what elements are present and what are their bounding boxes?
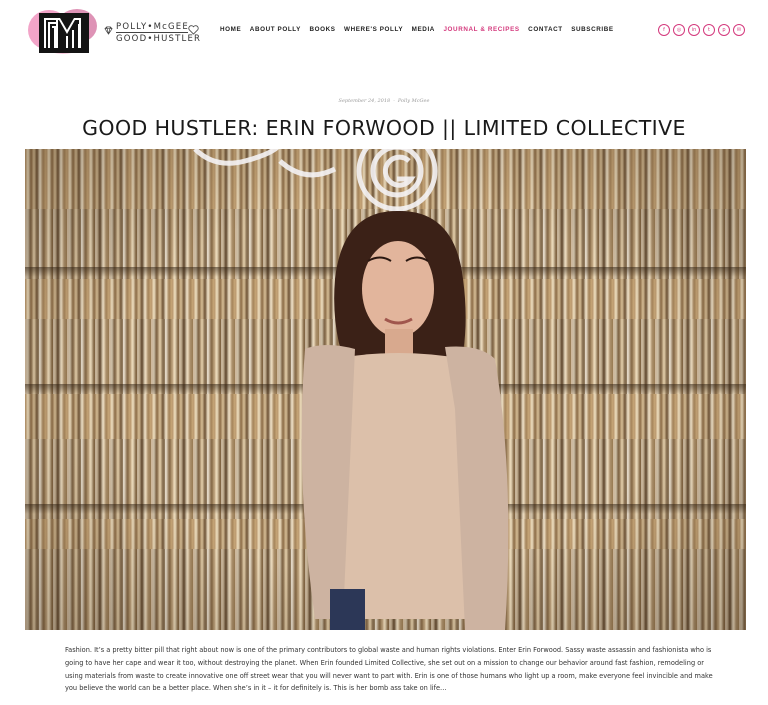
instagram-icon[interactable]: ◎	[673, 24, 685, 36]
pinterest-icon[interactable]: p	[718, 24, 730, 36]
brand-divider	[116, 32, 188, 33]
main-nav: HOME ABOUT POLLY BOOKS WHERE'S POLLY MED…	[220, 26, 622, 33]
nav-home[interactable]: HOME	[220, 26, 241, 33]
portrait-photo	[193, 149, 509, 630]
site-header: POLLY•McGEE GOOD•HUSTLER HOME ABOUT POLL…	[0, 0, 768, 62]
post-date[interactable]: September 24, 2018	[339, 98, 391, 104]
post-author[interactable]: Polly McGee	[398, 98, 430, 104]
post-meta: September 24, 2018 · Polly McGee	[0, 98, 768, 104]
nav-subscribe[interactable]: SUBSCRIBE	[571, 26, 614, 33]
post-title: GOOD HUSTLER: ERIN FORWOOD || LIMITED CO…	[82, 116, 686, 140]
facebook-icon[interactable]: f	[658, 24, 670, 36]
social-links: f ◎ in t p ✉	[658, 24, 748, 36]
hero-image	[25, 149, 746, 630]
nav-media[interactable]: MEDIA	[412, 26, 435, 33]
brand-name-line1: POLLY•McGEE	[116, 22, 189, 32]
nav-contact[interactable]: CONTACT	[528, 26, 563, 33]
email-icon[interactable]: ✉	[733, 24, 745, 36]
nav-books[interactable]: BOOKS	[309, 26, 335, 33]
brand-name-line2: GOOD•HUSTLER	[116, 34, 202, 44]
brand-wordmark[interactable]: POLLY•McGEE GOOD•HUSTLER	[104, 20, 200, 44]
site-logo[interactable]	[27, 6, 99, 56]
nav-journal-recipes[interactable]: JOURNAL & RECIPES	[443, 26, 519, 33]
twitter-icon[interactable]: t	[703, 24, 715, 36]
meta-separator: ·	[393, 98, 395, 104]
nav-about-polly[interactable]: ABOUT POLLY	[250, 26, 301, 33]
neon-sign	[193, 149, 438, 212]
nav-wheres-polly[interactable]: WHERE'S POLLY	[344, 26, 403, 33]
linkedin-icon[interactable]: in	[688, 24, 700, 36]
heart-icon	[188, 25, 199, 35]
post-excerpt: Fashion. It’s a pretty bitter pill that …	[65, 646, 713, 693]
diamond-icon	[104, 26, 113, 35]
